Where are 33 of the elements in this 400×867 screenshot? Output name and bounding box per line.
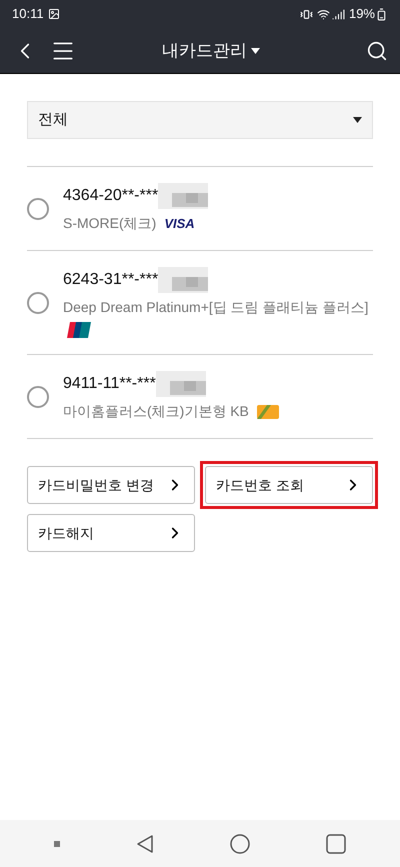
card-brand-icon [67, 322, 91, 338]
radio-button[interactable] [27, 292, 49, 314]
home-icon[interactable] [230, 834, 250, 854]
card-number: 4364-20**-*** [63, 186, 158, 206]
search-icon[interactable] [366, 40, 388, 62]
gallery-icon [48, 8, 60, 20]
radio-button[interactable] [27, 386, 49, 408]
card-name: 마이홈플러스(체크)기본형 KB [63, 402, 249, 421]
battery-level: 19% [348, 5, 375, 24]
card-brand-icon [256, 404, 279, 418]
redaction-blur [156, 371, 206, 397]
caret-icon [353, 117, 362, 123]
back-icon[interactable] [136, 834, 154, 854]
card-brand-logo: VISA [164, 214, 195, 233]
caret-icon [251, 48, 260, 54]
card-number: 9411-11**-*** [63, 374, 156, 394]
card-number: 6243-31**-*** [63, 270, 158, 290]
battery-icon [375, 8, 388, 20]
redaction-blur [158, 267, 208, 293]
redaction-blur [158, 183, 208, 209]
card-name: S-MORE(체크) [63, 214, 156, 233]
status-time: 10:11 [12, 5, 44, 24]
filter-dropdown[interactable]: 전체 [27, 101, 373, 139]
vibrate-icon [300, 8, 313, 20]
action-button[interactable]: 카드해지 [27, 514, 195, 552]
action-button[interactable]: 카드비밀번호 변경 [27, 466, 195, 504]
radio-button[interactable] [27, 198, 49, 220]
wifi-icon [316, 8, 330, 20]
page-title[interactable]: 내카드관리 [162, 38, 247, 64]
signal-icon [332, 8, 345, 20]
recent-apps-icon[interactable] [326, 834, 346, 854]
card-name: Deep Dream Platinum+[딥 드림 플래티늄 플러스] [63, 298, 368, 317]
action-button[interactable]: 카드번호 조회 [205, 466, 373, 504]
